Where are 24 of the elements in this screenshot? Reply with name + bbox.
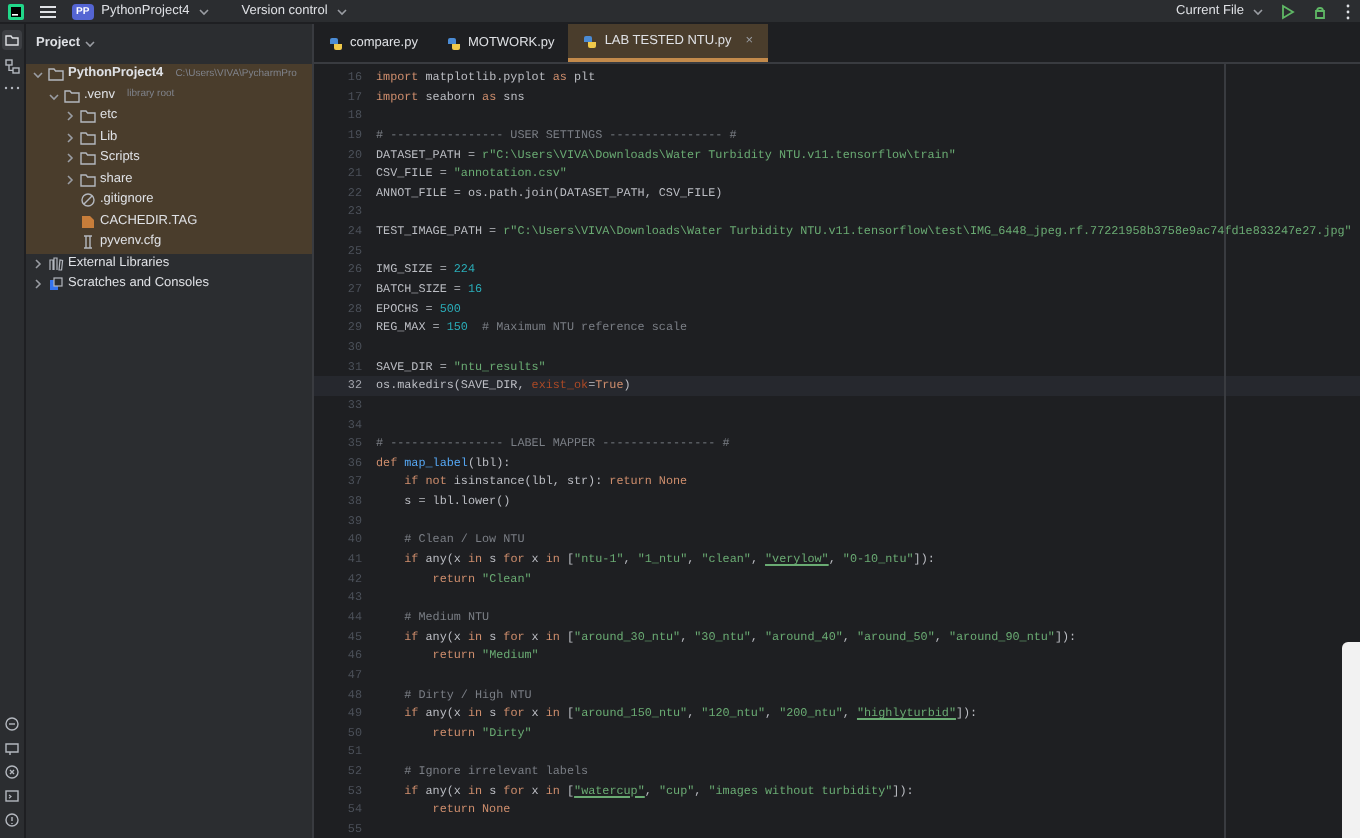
structure-icon[interactable] [3, 58, 21, 76]
python-file-icon [445, 35, 462, 51]
more-icon[interactable] [4, 84, 20, 92]
more-icon[interactable] [1344, 3, 1352, 19]
menu-icon[interactable] [40, 3, 56, 19]
ignore-file-icon [80, 192, 96, 209]
caret-icon [335, 5, 348, 17]
caret-icon [1252, 5, 1264, 17]
info-icon[interactable] [4, 812, 20, 828]
scratch-icon [48, 276, 64, 293]
run-icon[interactable] [1280, 3, 1296, 19]
config-file-icon [80, 234, 96, 251]
library-icon [48, 255, 64, 272]
python-file-icon [328, 35, 344, 51]
terminal-icon[interactable] [4, 788, 20, 804]
caret-icon[interactable] [84, 38, 97, 50]
caret-icon [197, 5, 210, 17]
services-icon[interactable] [4, 716, 20, 732]
packages-icon[interactable] [4, 740, 20, 756]
folder-icon[interactable] [2, 30, 22, 50]
problems-icon[interactable] [4, 764, 20, 780]
file-icon [80, 213, 96, 230]
python-file-icon [582, 33, 599, 49]
app-logo-icon[interactable] [8, 3, 24, 19]
